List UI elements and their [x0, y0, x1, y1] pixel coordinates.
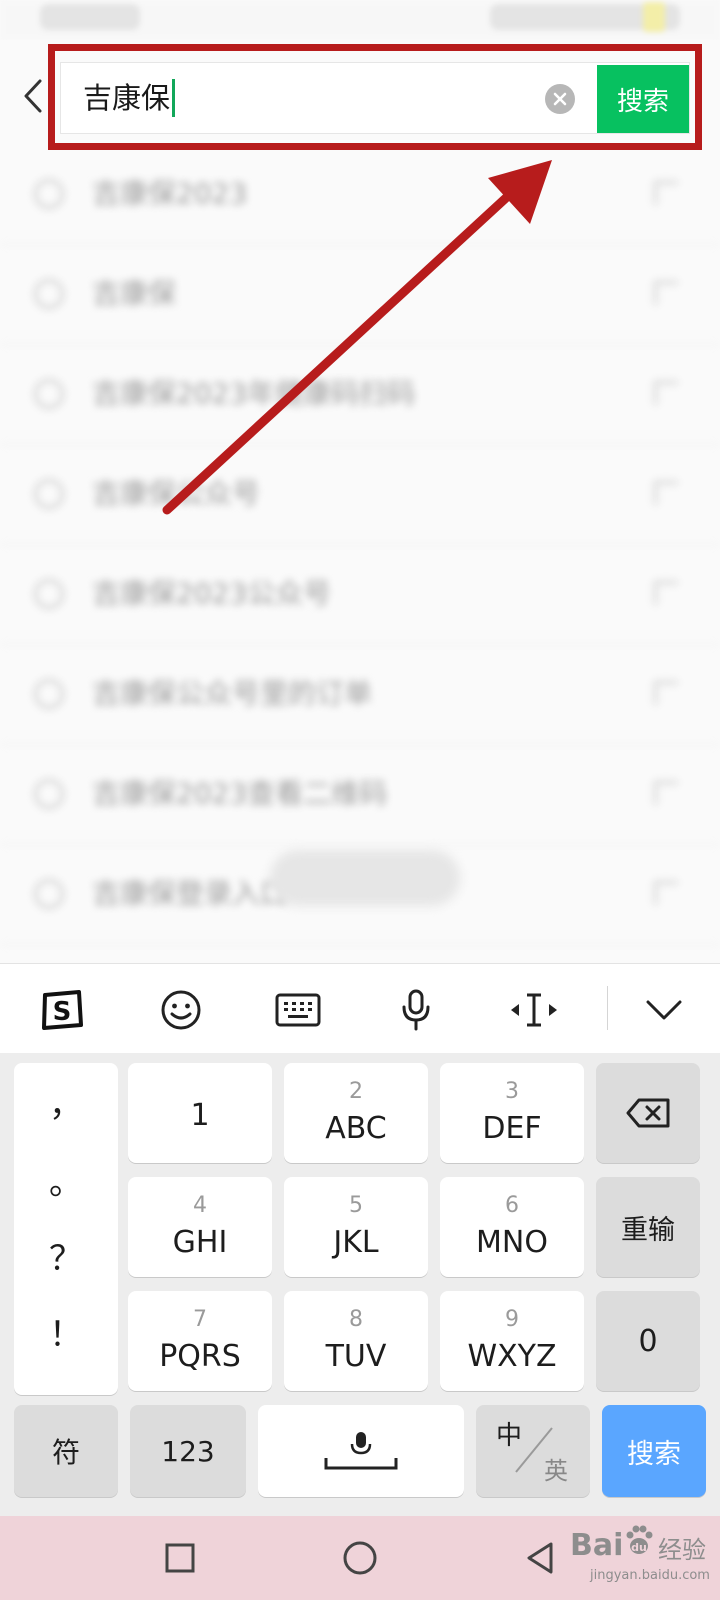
back-nav-button[interactable] [520, 1538, 560, 1578]
search-history-icon [34, 879, 64, 909]
keyboard-icon [275, 993, 321, 1027]
fill-suggestion-arrow-icon[interactable] [654, 781, 678, 805]
search-header: 吉康保 搜索 [0, 40, 720, 158]
voice-input-button[interactable] [390, 984, 442, 1036]
key-exclamation[interactable]: ！ [14, 1307, 118, 1356]
fill-suggestion-arrow-icon[interactable] [654, 681, 678, 705]
suggestion-item[interactable]: 吉康保 [0, 245, 720, 345]
emoji-icon [161, 990, 201, 1030]
cursor-move-button[interactable] [508, 984, 560, 1036]
suggestion-text: 吉康保公众号里的订单 [92, 677, 373, 710]
svg-text:S: S [53, 997, 72, 1027]
fill-suggestion-arrow-icon[interactable] [654, 381, 678, 405]
search-history-icon [34, 779, 64, 809]
status-bar [0, 0, 720, 40]
language-switch-key[interactable]: 中 英 [476, 1405, 590, 1497]
back-button[interactable] [18, 76, 48, 116]
chevron-left-icon [24, 79, 42, 113]
suggestion-text: 吉康保2023年健康码扫码 [92, 377, 416, 410]
sogou-logo-icon: S [42, 990, 83, 1030]
suggestion-item[interactable]: 吉康保2023公众号 [0, 545, 720, 645]
keyboard: ， 。 ？ ！ 1 2 ABC 3 DEF 4 GHI 5 JKL 6 MNO … [0, 1053, 720, 1516]
suggestion-text: 吉康保2023 [92, 177, 248, 210]
suggestion-text: 吉康保2023公众号 [92, 577, 332, 610]
numeric-key[interactable]: 123 [130, 1405, 246, 1497]
key-7-pqrs[interactable]: 7 PQRS [128, 1291, 272, 1391]
home-button[interactable] [340, 1538, 380, 1578]
suggestion-item[interactable]: 吉康保公众号 [0, 445, 720, 545]
symbol-key[interactable]: 符 [14, 1405, 118, 1497]
circle-icon [343, 1541, 377, 1575]
microphone-icon [402, 989, 430, 1031]
key-3-def[interactable]: 3 DEF [440, 1063, 584, 1163]
watermark-url: jingyan.baidu.com [590, 1568, 710, 1583]
key-8-tuv[interactable]: 8 TUV [284, 1291, 428, 1391]
suggestion-text: 吉康保登录入口 [92, 877, 289, 910]
square-icon [165, 1543, 195, 1573]
fill-suggestion-arrow-icon[interactable] [654, 481, 678, 505]
chevron-down-icon [646, 1000, 682, 1020]
fill-suggestion-arrow-icon[interactable] [654, 881, 678, 905]
space-key[interactable] [258, 1405, 464, 1497]
search-history-icon [34, 679, 64, 709]
svg-text:du: du [631, 1541, 647, 1554]
triangle-back-icon [527, 1542, 553, 1574]
key-question[interactable]: ？ [14, 1231, 118, 1280]
key-1[interactable]: 1 [128, 1063, 272, 1163]
watermark-suffix: 经验 [658, 1536, 706, 1564]
keyboard-toolbar: S [0, 963, 720, 1053]
key-4-ghi[interactable]: 4 GHI [128, 1177, 272, 1277]
suggestion-item[interactable]: 吉康保2023查看二维码 [0, 745, 720, 845]
watermark: Bai du 经验 jingyan.baidu.com [560, 1506, 710, 1594]
punctuation-column: ， 。 ？ ！ [14, 1063, 118, 1395]
battery-icon [643, 2, 665, 32]
keyboard-switch-button[interactable] [272, 984, 324, 1036]
search-history-icon [34, 379, 64, 409]
emoji-button[interactable] [155, 984, 207, 1036]
suggestion-item[interactable]: 吉康保2023 [0, 145, 720, 245]
suggestion-list: 吉康保2023 吉康保 吉康保2023年健康码扫码 吉康保公众号 吉康保2023公众号吉… [0, 145, 720, 963]
key-6-mno[interactable]: 6 MNO [440, 1177, 584, 1277]
fill-suggestion-arrow-icon[interactable] [654, 281, 678, 305]
space-microphone-icon [324, 1432, 398, 1470]
suggestion-text: 吉康保公众号 [92, 477, 261, 510]
key-5-jkl[interactable]: 5 JKL [284, 1177, 428, 1277]
watermark-brand: Bai [570, 1528, 624, 1563]
backspace-key[interactable] [596, 1063, 700, 1163]
recent-apps-button[interactable] [160, 1538, 200, 1578]
suggestion-item[interactable]: 吉康保公众号里的订单 [0, 645, 720, 745]
toolbar-divider [607, 986, 608, 1030]
paw-logo-icon: du [626, 1525, 653, 1554]
search-history-icon [34, 279, 64, 309]
fill-suggestion-arrow-icon[interactable] [654, 181, 678, 205]
cursor-move-icon [511, 993, 557, 1027]
suggestion-text: 吉康保 [92, 277, 177, 310]
suggestion-text: 吉康保2023查看二维码 [92, 777, 388, 810]
suggestion-item[interactable]: 吉康保2023年健康码扫码 [0, 345, 720, 445]
enter-search-key[interactable]: 搜索 [602, 1405, 706, 1497]
reinput-key[interactable]: 重输 [596, 1177, 700, 1277]
collapse-keyboard-button[interactable] [638, 984, 690, 1036]
search-history-icon [34, 579, 64, 609]
annotation-highlight-box [48, 44, 702, 150]
sogou-logo-button[interactable]: S [36, 984, 88, 1036]
key-0[interactable]: 0 [596, 1291, 700, 1391]
status-time [40, 4, 140, 30]
search-history-icon [34, 179, 64, 209]
key-period[interactable]: 。 [14, 1155, 118, 1204]
key-2-abc[interactable]: 2 ABC [284, 1063, 428, 1163]
search-history-icon [34, 479, 64, 509]
floating-hint [270, 850, 460, 906]
fill-suggestion-arrow-icon[interactable] [654, 581, 678, 605]
key-comma[interactable]: ， [14, 1077, 118, 1126]
key-9-wxyz[interactable]: 9 WXYZ [440, 1291, 584, 1391]
backspace-icon [626, 1098, 670, 1128]
